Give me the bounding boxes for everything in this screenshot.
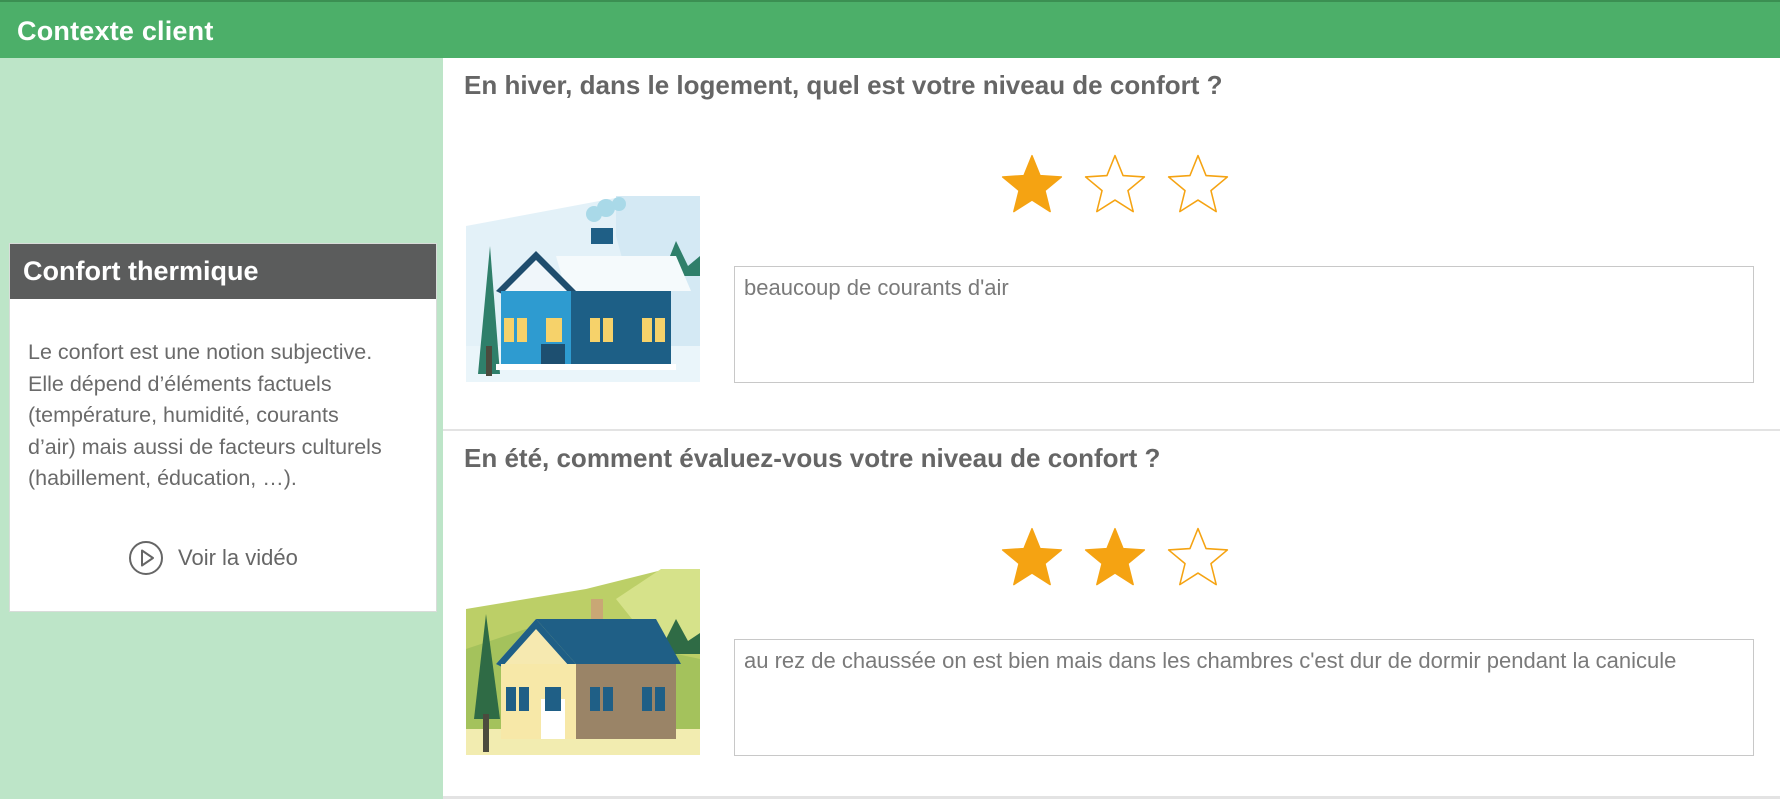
summer-house-illustration — [466, 569, 700, 755]
sidebar: Confort thermique Le confort est une not… — [0, 58, 443, 799]
comment-field[interactable]: au rez de chaussée on est bien mais dans… — [734, 639, 1754, 756]
header-bar: Contexte client — [0, 0, 1780, 58]
star-icon[interactable] — [997, 150, 1067, 220]
star-icon[interactable] — [1080, 150, 1150, 220]
watch-video-label: Voir la vidéo — [178, 545, 298, 570]
question-section-summer: En été, comment évaluez-vous votre nivea… — [443, 431, 1780, 799]
star-icon[interactable] — [997, 523, 1067, 593]
watch-video-link[interactable]: Voir la vidéo — [128, 540, 298, 576]
star-icon[interactable] — [1080, 523, 1150, 593]
star-icon[interactable] — [1163, 150, 1233, 220]
question-section-winter: En hiver, dans le logement, quel est vot… — [443, 58, 1780, 431]
winter-house-illustration — [466, 196, 700, 382]
star-rating[interactable] — [997, 523, 1233, 593]
info-card: Confort thermique Le confort est une not… — [9, 243, 437, 612]
info-card-title: Confort thermique — [10, 244, 436, 299]
info-line: (température, humidité, courants — [28, 403, 339, 427]
info-line: (habillement, éducation, …). — [28, 466, 297, 490]
question-title: En hiver, dans le logement, quel est vot… — [464, 70, 1223, 100]
info-line: d’air) mais aussi de facteurs culturels — [28, 434, 382, 459]
main-content: En hiver, dans le logement, quel est vot… — [443, 58, 1780, 799]
info-card-text: Le confort est une notion subjective. El… — [10, 299, 436, 495]
info-line: Le confort est une notion subjective. — [28, 340, 373, 364]
info-line: Elle dépend d’éléments factuels — [28, 371, 332, 396]
star-rating[interactable] — [997, 150, 1233, 220]
star-icon[interactable] — [1163, 523, 1233, 593]
play-circle-icon — [129, 541, 163, 575]
comment-field[interactable]: beaucoup de courants d'air — [734, 266, 1754, 383]
question-title: En été, comment évaluez-vous votre nivea… — [464, 443, 1161, 473]
page-title: Contexte client — [17, 16, 214, 46]
